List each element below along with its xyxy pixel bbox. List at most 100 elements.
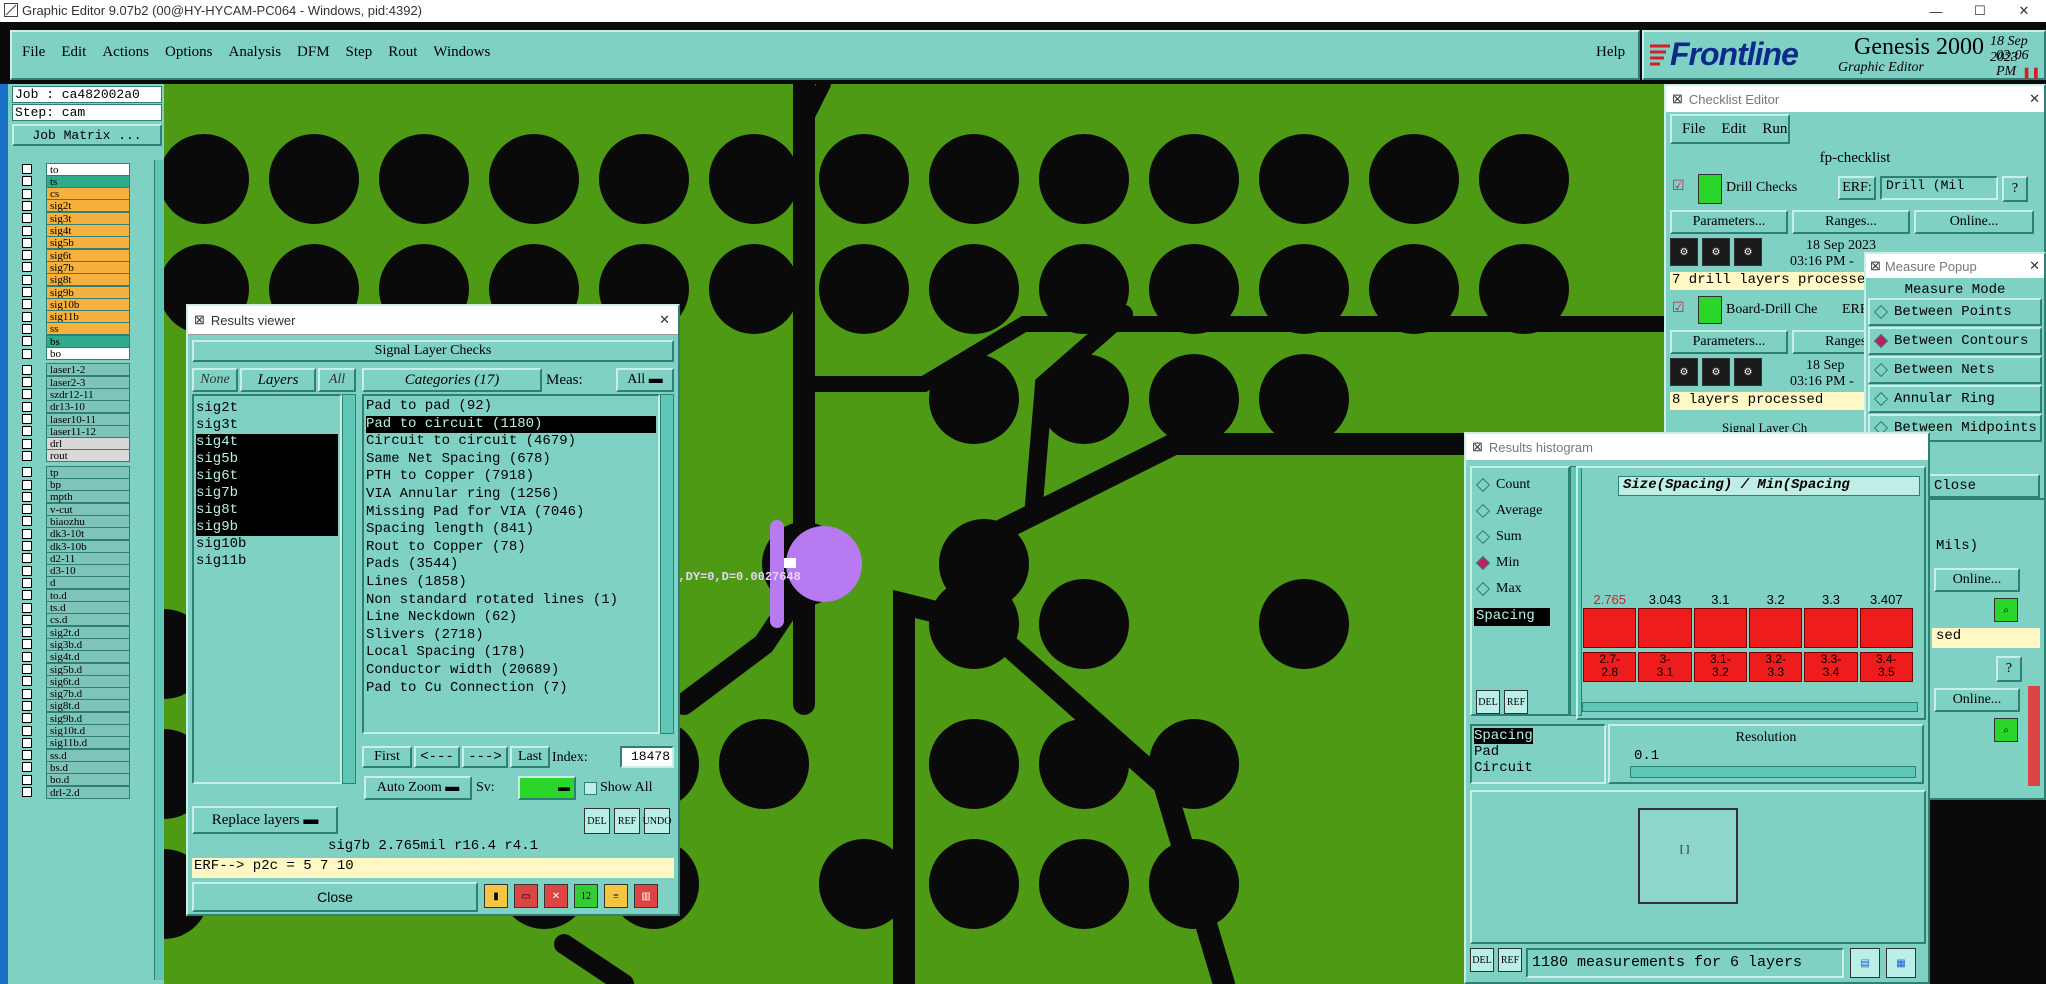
group-item-spacing[interactable]: Spacing [1474, 728, 1533, 744]
layer-checkbox[interactable] [22, 676, 32, 687]
layer-checkbox[interactable] [22, 774, 32, 785]
histogram-bar[interactable] [1638, 608, 1692, 648]
layer-checkbox[interactable] [22, 516, 32, 527]
layer-checkbox[interactable] [22, 565, 32, 576]
layer-row-drl-2.d[interactable]: drl-2.d [22, 785, 130, 799]
layer-checkbox[interactable] [22, 323, 32, 334]
display-icon[interactable]: ▭ [514, 884, 538, 908]
category-item[interactable]: Spacing length (841) [366, 521, 656, 539]
category-item[interactable]: Rout to Copper (78) [366, 539, 656, 557]
layer-checkbox[interactable] [22, 713, 32, 724]
category-item[interactable]: Circuit to circuit (4679) [366, 433, 656, 451]
zoom-icon[interactable]: ⌕ [1994, 598, 2018, 622]
layer-checkbox[interactable] [22, 614, 32, 625]
layer-checkbox[interactable] [22, 311, 32, 322]
layer-checkbox[interactable] [22, 364, 32, 375]
histogram-bar[interactable] [1859, 608, 1913, 648]
layer-item[interactable]: sig5b [196, 451, 338, 468]
layer-checkbox[interactable] [22, 725, 32, 736]
layer-checkbox[interactable] [22, 577, 32, 588]
online-button-3[interactable]: Online... [1934, 568, 2020, 592]
layer-checkbox[interactable] [22, 262, 32, 273]
layer-checkbox[interactable] [22, 389, 32, 400]
last-button[interactable]: Last [510, 746, 550, 768]
category-item[interactable]: Pads (3544) [366, 556, 656, 574]
category-item[interactable]: Missing Pad for VIA (7046) [366, 504, 656, 522]
histogram-bar[interactable] [1749, 608, 1803, 648]
histogram-bar[interactable] [1583, 608, 1637, 648]
layer-checkbox[interactable] [22, 414, 32, 424]
cl-menu-run[interactable]: Run [1762, 121, 1787, 138]
measure-option[interactable]: Annular Ring [1868, 385, 2042, 413]
layer-checkbox[interactable] [22, 426, 32, 437]
histogram-bar[interactable] [1693, 608, 1747, 648]
layer-checkbox[interactable] [22, 401, 32, 412]
delete-icon[interactable]: DEL [1476, 690, 1500, 714]
menu-help[interactable]: Help [1596, 44, 1625, 61]
layer-checkbox[interactable] [22, 299, 32, 310]
layer-name[interactable]: bo [46, 347, 130, 360]
histogram-scrollbar[interactable] [1582, 702, 1918, 712]
layer-checkbox[interactable] [22, 479, 32, 490]
layer-checkbox[interactable] [22, 336, 32, 347]
category-item[interactable]: Slivers (2718) [366, 627, 656, 645]
drill-checks-label[interactable]: Drill Checks [1726, 180, 1797, 196]
run-all-icon[interactable]: ⚙ [1734, 358, 1762, 386]
stat-option[interactable]: Min [1472, 550, 1568, 576]
close-icon[interactable]: ✕ [2029, 258, 2040, 274]
checkmark-icon[interactable]: ☑ [1672, 300, 1685, 317]
layer-select-list[interactable]: sig2t sig3t sig4t sig5b sig6t sig7b sig8t sig9b… [192, 394, 342, 784]
stat-option[interactable]: Average [1472, 498, 1568, 524]
online-button[interactable]: Online... [1914, 210, 2034, 234]
layer-checkbox[interactable] [22, 225, 32, 236]
layer-checkbox[interactable] [22, 639, 32, 650]
chart-view-icon[interactable]: ▤ [1850, 948, 1880, 978]
menu-options[interactable]: Options [165, 44, 213, 61]
close-icon[interactable]: ✕ [659, 312, 670, 328]
layer-checkbox[interactable] [22, 541, 32, 551]
layer-checkbox[interactable] [22, 750, 32, 761]
report-icon[interactable]: ≡ [604, 884, 628, 908]
next-button[interactable]: ---> [462, 746, 508, 768]
group-list[interactable]: Spacing Pad Circuit [1470, 724, 1606, 784]
layer-checkbox[interactable] [22, 188, 32, 199]
layer-checkbox[interactable] [22, 737, 32, 748]
measure-option[interactable]: Between Points [1868, 298, 2042, 326]
menu-rout[interactable]: Rout [388, 44, 417, 61]
layer-checkbox[interactable] [22, 176, 32, 187]
layer-checkbox[interactable] [22, 200, 32, 211]
layer-item[interactable]: sig4t [196, 434, 338, 451]
help-icon[interactable]: ? [2002, 176, 2028, 202]
group-item-circuit[interactable]: Circuit [1474, 760, 1602, 776]
category-item[interactable]: Pad to pad (92) [366, 398, 656, 416]
delete-icon[interactable]: DEL [1470, 948, 1494, 972]
replace-layers-select[interactable]: Replace layers ▬ [192, 806, 338, 834]
stat-list-item[interactable]: Spacing [1474, 608, 1550, 626]
layer-checkbox[interactable] [22, 651, 32, 662]
navigator-view[interactable]: [ ] [1638, 808, 1738, 904]
checkmark-icon[interactable]: ☑ [1672, 178, 1685, 195]
ref-icon[interactable]: REF [1498, 948, 1522, 972]
stat-option[interactable]: Sum [1472, 524, 1568, 550]
table-view-icon[interactable]: ▦ [1886, 948, 1916, 978]
categories-button[interactable]: Categories (17) [362, 368, 542, 392]
job-matrix-button[interactable]: Job Matrix ... [12, 124, 162, 146]
menu-actions[interactable]: Actions [102, 44, 149, 61]
close-icon[interactable]: ✕ [2029, 91, 2040, 107]
undo-icon[interactable]: UNDO [643, 808, 671, 834]
layer-checkbox[interactable] [22, 450, 32, 461]
category-list[interactable]: Pad to pad (92) Pad to circuit (1180) Circ… [362, 394, 660, 734]
run-all-icon[interactable]: ⚙ [1734, 238, 1762, 266]
parameters-button[interactable]: Parameters... [1670, 210, 1788, 234]
layer-checkbox[interactable] [22, 467, 32, 478]
sv-color-select[interactable]: ▬ [518, 776, 576, 800]
layer-item[interactable]: sig3t [196, 417, 338, 434]
layer-checkbox[interactable] [22, 213, 32, 224]
layer-checkbox[interactable] [22, 553, 32, 564]
layer-checkbox[interactable] [22, 602, 32, 613]
layer-checkbox[interactable] [22, 528, 32, 539]
first-button[interactable]: First [362, 746, 412, 768]
layer-checkbox[interactable] [22, 688, 32, 699]
category-item[interactable]: Pad to Cu Connection (7) [366, 680, 656, 698]
numbers-icon[interactable]: 12 [574, 884, 598, 908]
